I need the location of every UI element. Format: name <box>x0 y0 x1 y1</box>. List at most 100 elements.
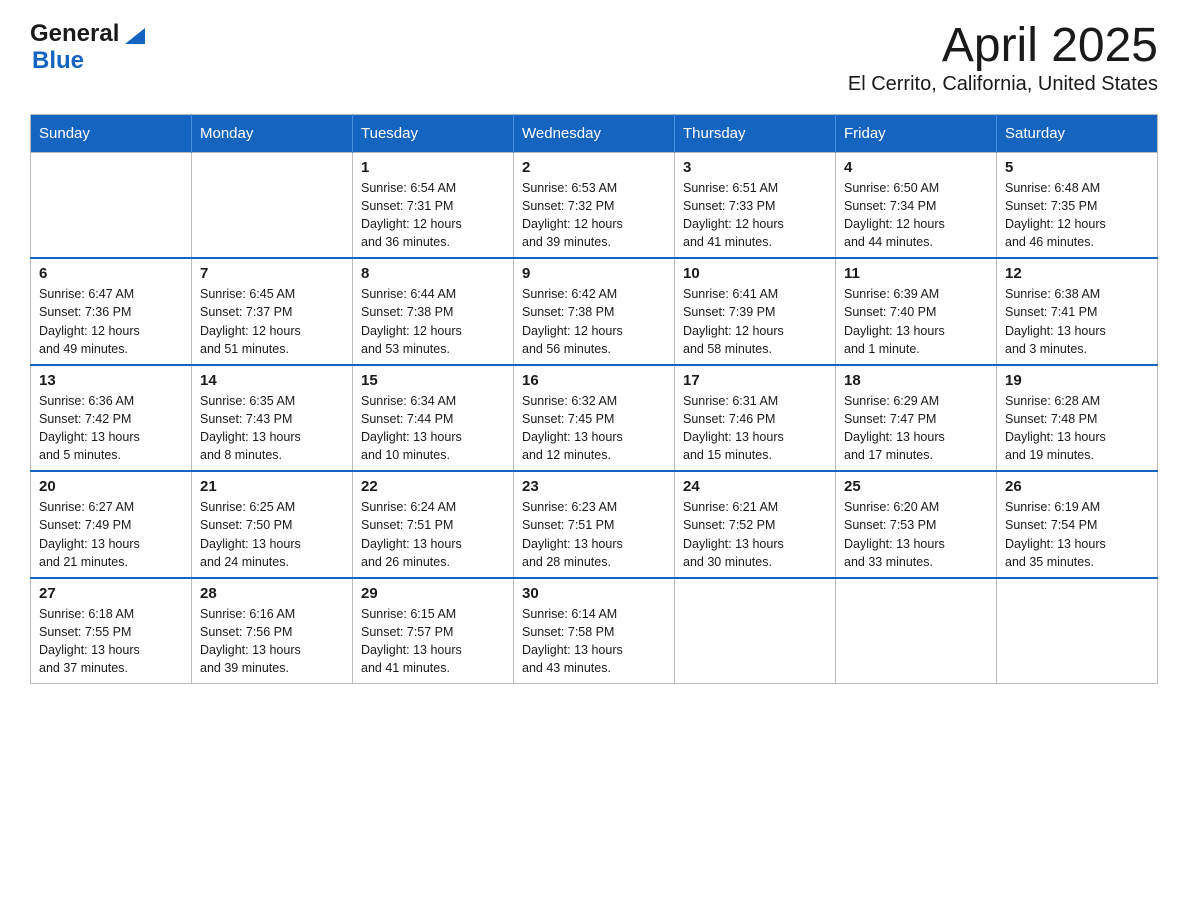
day-header-monday: Monday <box>192 114 353 152</box>
day-number: 28 <box>200 585 344 602</box>
calendar-week-4: 20 Sunrise: 6:27 AMSunset: 7:49 PMDayligh… <box>31 471 1158 578</box>
day-number: 23 <box>522 478 666 495</box>
day-number: 15 <box>361 372 505 389</box>
day-number: 2 <box>522 159 666 176</box>
day-number: 20 <box>39 478 183 495</box>
calendar-cell: 23 Sunrise: 6:23 AMSunset: 7:51 PMDayligh… <box>514 471 675 578</box>
calendar-cell: 27Sunrise: 6:18 AMSunset: 7:55 PMDayligh… <box>31 578 192 684</box>
day-info: Sunrise: 6:47 AMSunset: 7:36 PMDaylight:… <box>39 285 183 358</box>
calendar-subtitle: El Cerrito, California, United States <box>848 73 1158 96</box>
calendar-cell: 6 Sunrise: 6:47 AMSunset: 7:36 PMDaylight… <box>31 258 192 365</box>
day-info: Sunrise: 6:18 AMSunset: 7:55 PMDaylight:… <box>39 605 183 678</box>
calendar-week-1: 1 Sunrise: 6:54 AMSunset: 7:31 PMDaylight… <box>31 152 1158 258</box>
day-info: Sunrise: 6:45 AMSunset: 7:37 PMDaylight:… <box>200 285 344 358</box>
day-headers-row: SundayMondayTuesdayWednesdayThursdayFrid… <box>31 114 1158 152</box>
title-block: April 2025 El Cerrito, California, Unite… <box>848 20 1158 96</box>
day-number: 16 <box>522 372 666 389</box>
calendar-cell: 4 Sunrise: 6:50 AMSunset: 7:34 PMDaylight… <box>836 152 997 258</box>
page-header: General Blue April 2025 El Cerrito, Cali… <box>30 20 1158 96</box>
calendar-cell: 10Sunrise: 6:41 AMSunset: 7:39 PMDayligh… <box>675 258 836 365</box>
day-number: 22 <box>361 478 505 495</box>
day-number: 13 <box>39 372 183 389</box>
day-info: Sunrise: 6:54 AMSunset: 7:31 PMDaylight:… <box>361 179 505 252</box>
calendar-cell: 19 Sunrise: 6:28 AMSunset: 7:48 PMDayligh… <box>997 365 1158 472</box>
calendar-cell: 9 Sunrise: 6:42 AMSunset: 7:38 PMDaylight… <box>514 258 675 365</box>
calendar-cell: 30Sunrise: 6:14 AMSunset: 7:58 PMDayligh… <box>514 578 675 684</box>
day-info: Sunrise: 6:29 AMSunset: 7:47 PMDaylight:… <box>844 392 988 465</box>
day-number: 11 <box>844 265 988 282</box>
day-info: Sunrise: 6:28 AMSunset: 7:48 PMDaylight:… <box>1005 392 1149 465</box>
day-info: Sunrise: 6:53 AMSunset: 7:32 PMDaylight:… <box>522 179 666 252</box>
calendar-cell: 20 Sunrise: 6:27 AMSunset: 7:49 PMDayligh… <box>31 471 192 578</box>
day-number: 8 <box>361 265 505 282</box>
calendar-cell: 18 Sunrise: 6:29 AMSunset: 7:47 PMDayligh… <box>836 365 997 472</box>
calendar-cell: 24 Sunrise: 6:21 AMSunset: 7:52 PMDayligh… <box>675 471 836 578</box>
day-number: 7 <box>200 265 344 282</box>
calendar-cell: 7 Sunrise: 6:45 AMSunset: 7:37 PMDaylight… <box>192 258 353 365</box>
calendar-body: 1 Sunrise: 6:54 AMSunset: 7:31 PMDaylight… <box>31 152 1158 684</box>
day-info: Sunrise: 6:20 AMSunset: 7:53 PMDaylight:… <box>844 498 988 571</box>
calendar-week-5: 27Sunrise: 6:18 AMSunset: 7:55 PMDayligh… <box>31 578 1158 684</box>
calendar-cell: 25Sunrise: 6:20 AMSunset: 7:53 PMDayligh… <box>836 471 997 578</box>
calendar-cell: 15 Sunrise: 6:34 AMSunset: 7:44 PMDayligh… <box>353 365 514 472</box>
day-info: Sunrise: 6:51 AMSunset: 7:33 PMDaylight:… <box>683 179 827 252</box>
logo-triangle-icon <box>121 20 149 48</box>
calendar-cell: 8 Sunrise: 6:44 AMSunset: 7:38 PMDaylight… <box>353 258 514 365</box>
day-number: 3 <box>683 159 827 176</box>
calendar-cell: 1 Sunrise: 6:54 AMSunset: 7:31 PMDaylight… <box>353 152 514 258</box>
day-info: Sunrise: 6:34 AMSunset: 7:44 PMDaylight:… <box>361 392 505 465</box>
calendar-cell: 26Sunrise: 6:19 AMSunset: 7:54 PMDayligh… <box>997 471 1158 578</box>
calendar-cell: 11Sunrise: 6:39 AMSunset: 7:40 PMDayligh… <box>836 258 997 365</box>
day-info: Sunrise: 6:21 AMSunset: 7:52 PMDaylight:… <box>683 498 827 571</box>
calendar-cell: 3 Sunrise: 6:51 AMSunset: 7:33 PMDaylight… <box>675 152 836 258</box>
day-info: Sunrise: 6:15 AMSunset: 7:57 PMDaylight:… <box>361 605 505 678</box>
calendar-cell <box>192 152 353 258</box>
calendar-table: SundayMondayTuesdayWednesdayThursdayFrid… <box>30 114 1158 685</box>
day-info: Sunrise: 6:32 AMSunset: 7:45 PMDaylight:… <box>522 392 666 465</box>
calendar-cell: 29 Sunrise: 6:15 AMSunset: 7:57 PMDayligh… <box>353 578 514 684</box>
day-info: Sunrise: 6:27 AMSunset: 7:49 PMDaylight:… <box>39 498 183 571</box>
logo: General Blue <box>30 20 149 74</box>
calendar-cell: 21Sunrise: 6:25 AMSunset: 7:50 PMDayligh… <box>192 471 353 578</box>
day-info: Sunrise: 6:38 AMSunset: 7:41 PMDaylight:… <box>1005 285 1149 358</box>
day-header-thursday: Thursday <box>675 114 836 152</box>
calendar-week-3: 13Sunrise: 6:36 AMSunset: 7:42 PMDayligh… <box>31 365 1158 472</box>
calendar-cell <box>997 578 1158 684</box>
day-number: 24 <box>683 478 827 495</box>
day-info: Sunrise: 6:44 AMSunset: 7:38 PMDaylight:… <box>361 285 505 358</box>
day-info: Sunrise: 6:23 AMSunset: 7:51 PMDaylight:… <box>522 498 666 571</box>
day-header-wednesday: Wednesday <box>514 114 675 152</box>
logo-blue-text: Blue <box>32 47 84 74</box>
day-number: 9 <box>522 265 666 282</box>
day-header-saturday: Saturday <box>997 114 1158 152</box>
calendar-cell: 13Sunrise: 6:36 AMSunset: 7:42 PMDayligh… <box>31 365 192 472</box>
calendar-cell: 28Sunrise: 6:16 AMSunset: 7:56 PMDayligh… <box>192 578 353 684</box>
calendar-cell: 12 Sunrise: 6:38 AMSunset: 7:41 PMDayligh… <box>997 258 1158 365</box>
day-number: 6 <box>39 265 183 282</box>
day-number: 12 <box>1005 265 1149 282</box>
day-number: 18 <box>844 372 988 389</box>
day-header-tuesday: Tuesday <box>353 114 514 152</box>
calendar-cell: 2 Sunrise: 6:53 AMSunset: 7:32 PMDaylight… <box>514 152 675 258</box>
day-number: 5 <box>1005 159 1149 176</box>
calendar-header: SundayMondayTuesdayWednesdayThursdayFrid… <box>31 114 1158 152</box>
day-info: Sunrise: 6:25 AMSunset: 7:50 PMDaylight:… <box>200 498 344 571</box>
day-number: 29 <box>361 585 505 602</box>
day-info: Sunrise: 6:50 AMSunset: 7:34 PMDaylight:… <box>844 179 988 252</box>
day-info: Sunrise: 6:42 AMSunset: 7:38 PMDaylight:… <box>522 285 666 358</box>
day-info: Sunrise: 6:24 AMSunset: 7:51 PMDaylight:… <box>361 498 505 571</box>
calendar-cell <box>836 578 997 684</box>
day-info: Sunrise: 6:19 AMSunset: 7:54 PMDaylight:… <box>1005 498 1149 571</box>
day-info: Sunrise: 6:35 AMSunset: 7:43 PMDaylight:… <box>200 392 344 465</box>
logo-general-text: General <box>30 21 119 47</box>
day-header-sunday: Sunday <box>31 114 192 152</box>
day-info: Sunrise: 6:31 AMSunset: 7:46 PMDaylight:… <box>683 392 827 465</box>
day-number: 17 <box>683 372 827 389</box>
day-number: 1 <box>361 159 505 176</box>
day-number: 30 <box>522 585 666 602</box>
day-number: 4 <box>844 159 988 176</box>
day-info: Sunrise: 6:48 AMSunset: 7:35 PMDaylight:… <box>1005 179 1149 252</box>
day-number: 19 <box>1005 372 1149 389</box>
day-info: Sunrise: 6:41 AMSunset: 7:39 PMDaylight:… <box>683 285 827 358</box>
calendar-cell <box>675 578 836 684</box>
